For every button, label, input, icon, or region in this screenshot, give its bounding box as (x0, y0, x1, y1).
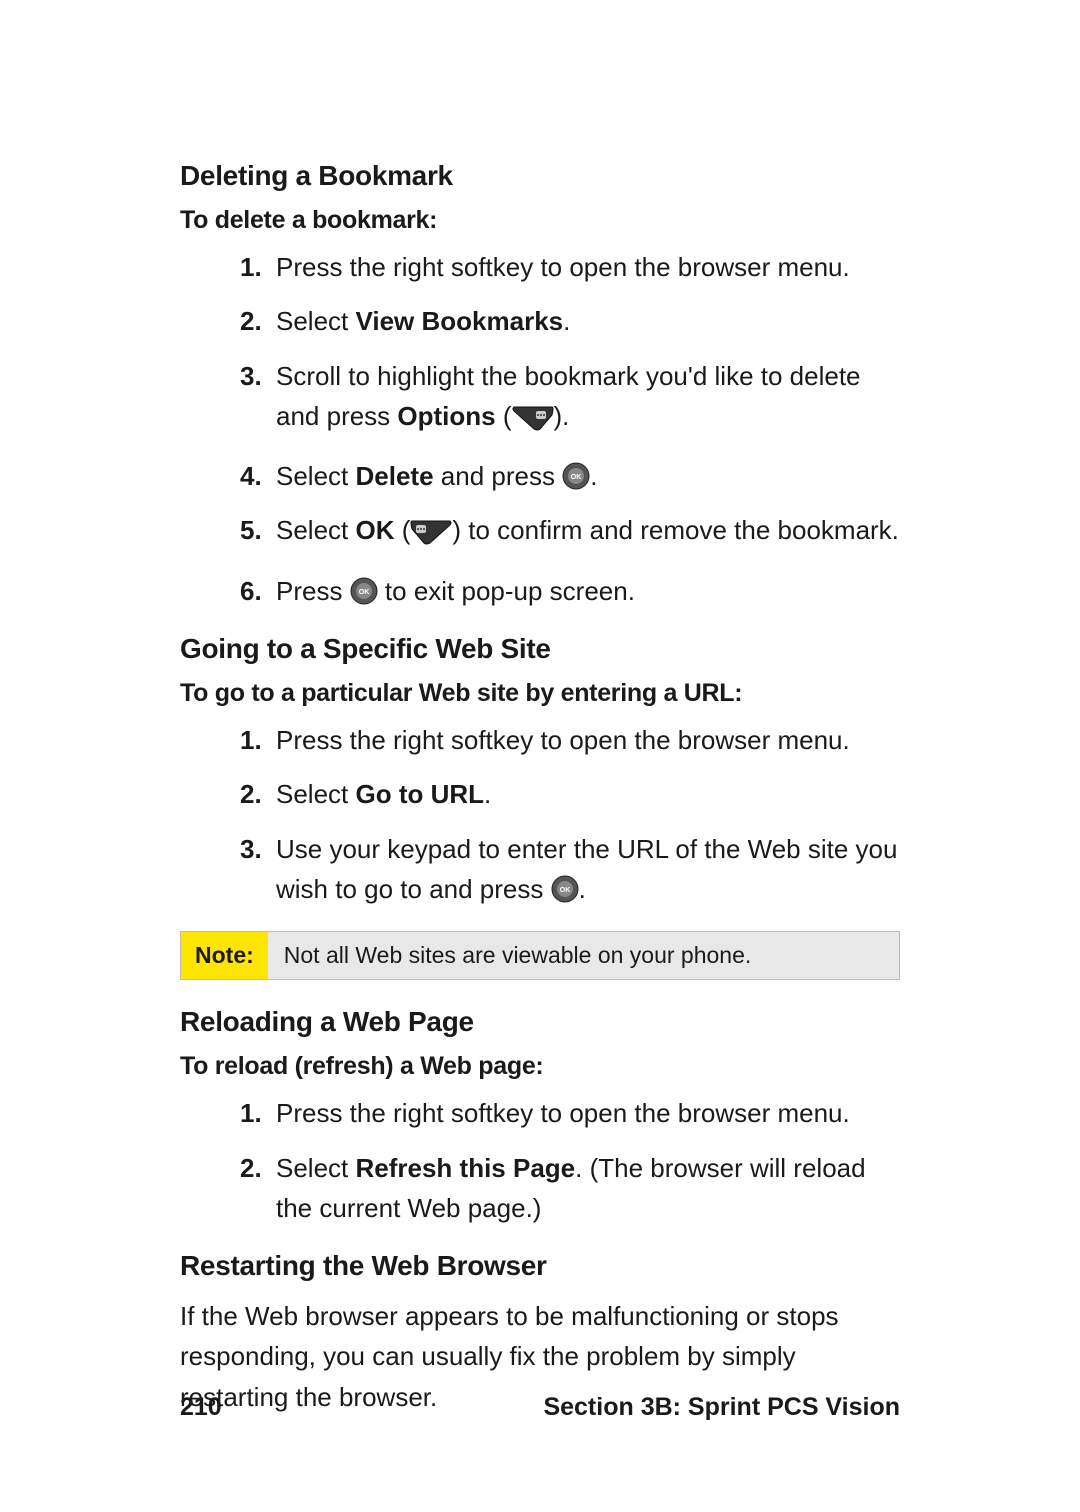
manual-page: Deleting a Bookmark To delete a bookmark… (0, 0, 1080, 1512)
step-text: Select (276, 779, 356, 809)
lead-going-to-site: To go to a particular Web site by enteri… (180, 679, 900, 708)
term-go-to-url: Go to URL (356, 779, 485, 809)
step-number: 2. (240, 301, 262, 341)
list-item: 3. Use your keypad to enter the URL of t… (240, 829, 900, 910)
step-number: 2. (240, 774, 262, 814)
step-text: Press the right softkey to open the brow… (276, 252, 850, 282)
list-item: 1. Press the right softkey to open the b… (240, 1093, 900, 1133)
steps-going-to-site: 1. Press the right softkey to open the b… (180, 720, 900, 909)
step-text: ( (395, 515, 411, 545)
step-text: Press the right softkey to open the brow… (276, 1098, 850, 1128)
step-text: Use your keypad to enter the URL of the … (276, 834, 897, 904)
steps-reloading-page: 1. Press the right softkey to open the b… (180, 1093, 900, 1228)
svg-text:OK: OK (571, 474, 582, 481)
lead-reloading-page: To reload (refresh) a Web page: (180, 1052, 900, 1081)
step-text: ). (554, 401, 570, 431)
lead-delete-bookmark: To delete a bookmark: (180, 206, 900, 235)
list-item: 1. Press the right softkey to open the b… (240, 720, 900, 760)
svg-text:OK: OK (358, 589, 369, 596)
list-item: 2. Select Go to URL. (240, 774, 900, 814)
section-label: Section 3B: Sprint PCS Vision (543, 1393, 900, 1422)
step-text: to exit pop-up screen. (378, 576, 635, 606)
ok-button-icon: OK (551, 874, 579, 902)
step-text: . (563, 306, 570, 336)
heading-reloading-page: Reloading a Web Page (180, 1006, 900, 1038)
step-text: ( (496, 401, 512, 431)
step-number: 1. (240, 1093, 262, 1133)
note-label: Note: (181, 932, 268, 979)
list-item: 5. Select OK ( ) to confirm and remove th… (240, 510, 900, 556)
step-text: . (579, 874, 586, 904)
step-number: 5. (240, 510, 262, 550)
list-item: 6. Press OK to exit pop-up screen. (240, 571, 900, 611)
list-item: 1. Press the right softkey to open the b… (240, 247, 900, 287)
step-text: Select (276, 461, 356, 491)
step-text: Select (276, 1153, 356, 1183)
step-text: Select (276, 515, 356, 545)
softkey-left-icon (410, 516, 452, 556)
softkey-right-icon (512, 402, 554, 442)
page-footer: 210 Section 3B: Sprint PCS Vision (180, 1393, 900, 1422)
step-number: 2. (240, 1148, 262, 1188)
term-options: Options (397, 401, 495, 431)
step-number: 1. (240, 247, 262, 287)
note-box: Note: Not all Web sites are viewable on … (180, 931, 900, 980)
step-text: ) to confirm and remove the bookmark. (452, 515, 899, 545)
step-text: Select (276, 306, 356, 336)
page-number: 210 (180, 1393, 222, 1422)
step-number: 3. (240, 829, 262, 869)
step-text: Press (276, 576, 350, 606)
heading-deleting-bookmark: Deleting a Bookmark (180, 160, 900, 192)
step-number: 3. (240, 356, 262, 396)
heading-going-to-site: Going to a Specific Web Site (180, 633, 900, 665)
ok-button-icon: OK (562, 461, 590, 489)
svg-text:OK: OK (559, 887, 570, 894)
ok-button-icon: OK (350, 576, 378, 604)
step-text: . (484, 779, 491, 809)
step-number: 6. (240, 571, 262, 611)
term-ok: OK (356, 515, 395, 545)
step-text: . (590, 461, 597, 491)
step-number: 4. (240, 456, 262, 496)
term-view-bookmarks: View Bookmarks (356, 306, 564, 336)
step-number: 1. (240, 720, 262, 760)
step-text: Press the right softkey to open the brow… (276, 725, 850, 755)
term-delete: Delete (356, 461, 434, 491)
list-item: 2. Select View Bookmarks. (240, 301, 900, 341)
note-text: Not all Web sites are viewable on your p… (268, 932, 899, 979)
step-text: and press (434, 461, 563, 491)
steps-deleting-bookmark: 1. Press the right softkey to open the b… (180, 247, 900, 611)
term-refresh-this-page: Refresh this Page (356, 1153, 576, 1183)
list-item: 2. Select Refresh this Page. (The browse… (240, 1148, 900, 1229)
list-item: 3. Scroll to highlight the bookmark you'… (240, 356, 900, 443)
heading-restarting-browser: Restarting the Web Browser (180, 1250, 900, 1282)
list-item: 4. Select Delete and press OK. (240, 456, 900, 496)
